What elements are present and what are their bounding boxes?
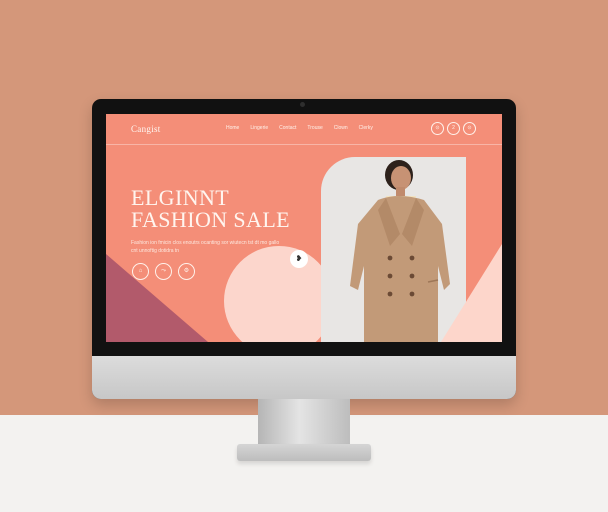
model-coat — [350, 196, 450, 342]
hero-title-line-2: FASHION SALE — [131, 207, 291, 232]
header-icons: ⊙ 2 ⊙ — [431, 122, 476, 135]
hero-title-line-1: ELGINNT — [131, 185, 230, 210]
hero-title: ELGINNT FASHION SALE — [131, 187, 290, 231]
monitor-stand-neck — [258, 399, 350, 445]
coat-button — [409, 291, 415, 297]
search-icon[interactable]: ⊙ — [463, 122, 476, 135]
monitor: Cangist Home Lingerie Contact Trouse Clo… — [92, 99, 516, 399]
coat-button — [387, 273, 393, 279]
nav-item-lingerie[interactable]: Lingerie — [250, 125, 268, 131]
nav-links: Home Lingerie Contact Trouse Clown Clerk… — [226, 125, 373, 131]
settings-icon[interactable]: ⚙ — [178, 263, 195, 280]
hero-subtitle: Fashion ion fmicin clos enoutrs ocanting… — [131, 240, 280, 254]
site-logo[interactable]: Cangist — [131, 124, 161, 134]
website-screen: Cangist Home Lingerie Contact Trouse Clo… — [106, 114, 502, 342]
nav-item-contact[interactable]: Contact — [279, 125, 296, 131]
model-neck — [396, 187, 405, 197]
nav-item-clown[interactable]: Clown — [334, 125, 348, 131]
webcam-icon — [300, 102, 305, 107]
model-face — [391, 166, 411, 190]
nav-item-clerky[interactable]: Clerky — [359, 125, 373, 131]
coat-button — [409, 273, 415, 279]
social-buttons: ⌂ ⤳ ⚙ — [132, 263, 195, 280]
nav-item-home[interactable]: Home — [226, 125, 239, 131]
nav-item-trouse[interactable]: Trouse — [307, 125, 322, 131]
share-icon[interactable]: ⤳ — [155, 263, 172, 280]
coat-button — [387, 255, 393, 261]
shopping-bag-icon[interactable]: ⌂ — [132, 263, 149, 280]
heart-bubble-icon[interactable]: ❥ — [290, 250, 308, 268]
user-icon[interactable]: 2 — [447, 122, 460, 135]
decor-peach-circle — [224, 246, 334, 342]
cart-icon[interactable]: ⊙ — [431, 122, 444, 135]
coat-button — [387, 291, 393, 297]
coat-button — [409, 255, 415, 261]
model-photo — [350, 160, 450, 342]
monitor-chin — [92, 356, 516, 399]
top-navbar: Cangist Home Lingerie Contact Trouse Clo… — [106, 114, 502, 145]
monitor-stand-base — [237, 444, 371, 461]
